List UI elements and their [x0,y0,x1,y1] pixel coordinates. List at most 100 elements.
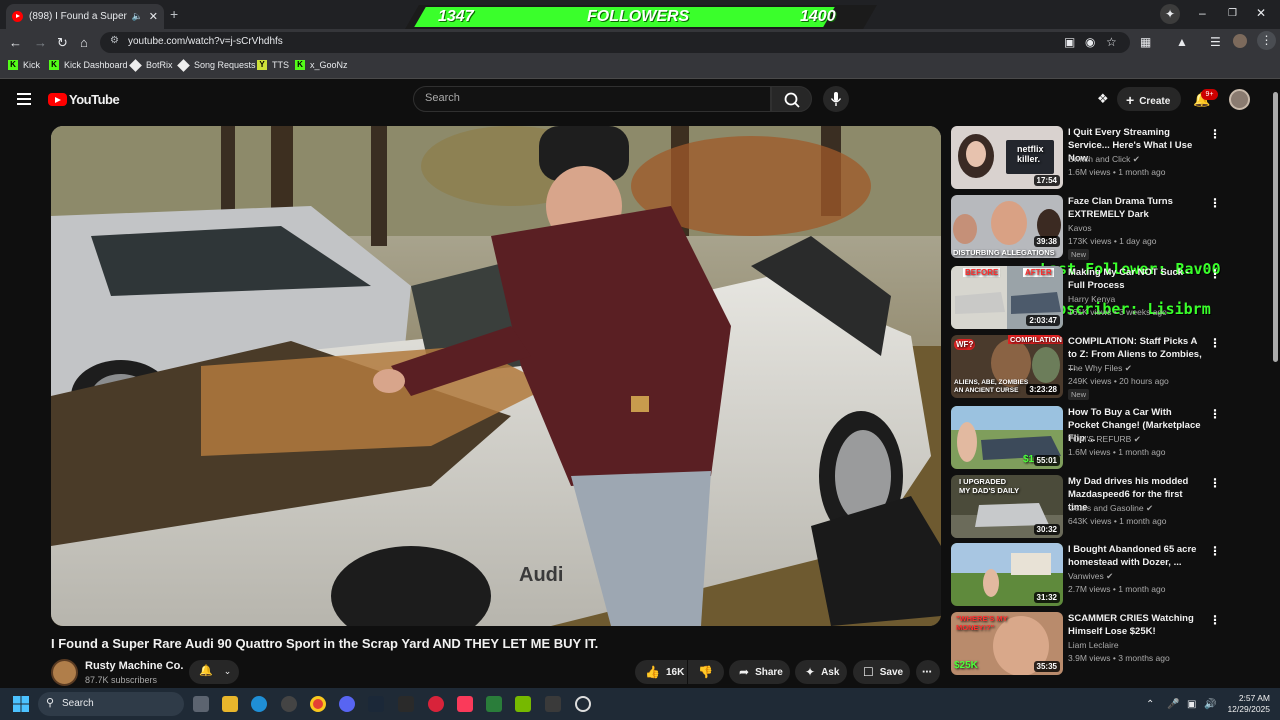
video-player[interactable]: Audi [51,126,941,626]
file-explorer-icon[interactable] [222,696,238,712]
create-button[interactable]: + Create [1117,87,1181,111]
address-bar[interactable]: ⚙ youtube.com/watch?v=j-sCrVhdhfs [100,32,1130,53]
volume-icon[interactable]: 🔊 [1204,699,1216,710]
share-button[interactable]: ➦ Share [729,660,790,684]
like-button[interactable]: 👍 16K [635,660,687,684]
bookmark-tts[interactable]: Y TTS [257,60,289,70]
recommended-video[interactable]: WF? COMPILATION ALIENS, ABE, ZOMBIES AN … [951,335,1221,400]
recommended-video[interactable]: $1 55:01 How To Buy a Car With Pocket Ch… [951,406,1221,470]
media-icon[interactable]: ☰ [1210,35,1221,49]
channel-name: The Why Files ✔ [1068,363,1132,373]
speaker-icon[interactable]: 🔈 [132,11,143,22]
task-view-icon[interactable] [193,696,209,712]
taskbar-search[interactable]: ⚲ Search [38,692,184,716]
channel-name[interactable]: Rusty Machine Co. [85,660,183,672]
recommended-video[interactable]: 31:32 I Bought Abandoned 65 acre homeste… [951,543,1221,607]
video-thumbnail[interactable]: 31:32 [951,543,1063,606]
dislike-button[interactable]: 👎 [688,660,724,684]
thumbs-down-icon: 👎 [698,665,713,679]
chrome-icon[interactable] [310,696,326,712]
youtube-logo[interactable]: YouTube [48,92,120,107]
tray-overflow-icon[interactable]: ⌃ [1146,699,1154,710]
thumbnail-text: DISTURBING ALLEGATIONS [953,248,1055,257]
more-vertical-icon[interactable]: ⋮ [1209,196,1221,210]
more-vertical-icon[interactable]: ⋮ [1209,127,1221,141]
gemini-icon[interactable]: ✦ [1160,4,1180,24]
profile-avatar[interactable] [1233,34,1247,48]
mic-tray-icon[interactable]: 🎤 [1167,699,1179,710]
discord-icon[interactable] [339,696,355,712]
minimize-icon[interactable]: – [1199,6,1206,20]
ask-button[interactable]: ✦ Ask [795,660,847,684]
video-thumbnail[interactable]: netflix killer. 17:54 [951,126,1063,189]
site-info-icon[interactable]: ⚙ [110,35,119,46]
more-vertical-icon[interactable]: ⋮ [1209,336,1221,350]
more-vertical-icon[interactable]: ⋮ [1209,476,1221,490]
more-vertical-icon[interactable]: ⋮ [1209,267,1221,281]
save-button[interactable]: ☐ Save [853,660,910,684]
reload-icon[interactable]: ↻ [57,35,68,51]
more-vertical-icon[interactable]: ⋮ [1209,544,1221,558]
nvidia-icon[interactable] [515,696,531,712]
voice-search-button[interactable] [823,86,849,112]
channel-avatar[interactable] [51,659,78,686]
recommended-video[interactable]: DISTURBING ALLEGATIONS 39:38 Faze Clan D… [951,195,1221,260]
more-vertical-icon[interactable]: ⋮ [1209,407,1221,421]
windows-start-icon[interactable] [13,696,29,712]
bookmark-song-requests[interactable]: Song Requests [177,58,256,72]
bookmark-botrix[interactable]: BotRix [129,58,173,72]
recommended-video[interactable]: BEFORE AFTER 2:03:47 Making My Car NOT S… [951,266,1221,330]
network-icon[interactable]: ▣ [1187,699,1196,710]
thumbnail-text: $1 [1023,454,1035,465]
video-duration: 39:38 [1033,236,1060,247]
close-window-icon[interactable]: ✕ [1256,6,1266,20]
youtube-premium-icon[interactable]: ❖ [1097,91,1109,107]
app-red-icon[interactable] [428,696,444,712]
video-thumbnail[interactable]: $1 55:01 [951,406,1063,469]
bookmark-goonz[interactable]: Kx_GooNz [295,60,348,70]
subscribed-notifications-button[interactable]: 🔔 ⌄ [189,660,239,684]
browser-tab-active[interactable]: (898) I Found a Super Rare 🔈 ✕ [6,4,164,29]
edge-icon[interactable] [251,696,267,712]
incognito-icon[interactable]: ▲ [1176,35,1188,49]
extensions-icon[interactable]: ▦ [1140,35,1151,49]
recommended-video[interactable]: "WHERE'S MY MONEY!?" $25K 35:35 SCAMMER … [951,612,1221,676]
close-tab-icon[interactable]: ✕ [149,10,158,23]
bookmark-kick[interactable]: K Kick [8,60,40,70]
steam-icon[interactable] [368,696,384,712]
app-icon[interactable] [281,696,297,712]
video-thumbnail[interactable]: WF? COMPILATION ALIENS, ABE, ZOMBIES AN … [951,335,1063,398]
channel-name: Harry Kenya [1068,294,1116,304]
recommended-video[interactable]: I UPGRADED MY DAD'S DAILY 30:32 My Dad d… [951,475,1221,539]
search-input[interactable]: Search [413,86,771,112]
obs-icon[interactable] [575,696,591,712]
cast-icon[interactable]: ▣ [1064,35,1075,49]
more-actions-button[interactable]: ⋯ [916,660,940,684]
home-icon[interactable]: ⌂ [80,35,88,50]
notepad-plus-icon[interactable] [486,696,502,712]
bookmark-kick-dashboard[interactable]: K Kick Dashboard [49,60,128,70]
verified-check-icon: ✔ [1133,434,1141,444]
video-thumbnail[interactable]: BEFORE AFTER 2:03:47 [951,266,1063,329]
taskbar-clock[interactable]: 2:57 AM 12/29/2025 [1226,693,1270,715]
forward-icon[interactable]: → [34,35,47,50]
scrollbar-thumb[interactable] [1273,92,1278,362]
hamburger-menu-icon[interactable] [17,93,31,108]
app-gray-icon[interactable] [545,696,561,712]
search-button[interactable] [771,86,812,112]
more-vertical-icon[interactable]: ⋮ [1209,613,1221,627]
restore-icon[interactable]: ❐ [1228,8,1237,19]
video-thumbnail[interactable]: DISTURBING ALLEGATIONS 39:38 [951,195,1063,258]
new-tab-button[interactable]: + [170,6,178,22]
video-thumbnail[interactable]: I UPGRADED MY DAD'S DAILY 30:32 [951,475,1063,538]
back-icon[interactable]: ← [9,35,22,50]
eye-off-icon[interactable]: ◉ [1085,35,1095,49]
menu-kebab-icon[interactable]: ⋮ [1257,31,1276,50]
account-avatar[interactable] [1229,89,1250,110]
apple-music-icon[interactable] [457,696,473,712]
recommended-video[interactable]: netflix killer. 17:54 I Quit Every Strea… [951,126,1221,190]
bookmark-star-icon[interactable]: ☆ [1106,35,1117,49]
video-thumbnail[interactable]: "WHERE'S MY MONEY!?" $25K 35:35 [951,612,1063,675]
page-scrollbar[interactable] [1270,80,1280,688]
epic-games-icon[interactable] [398,696,414,712]
